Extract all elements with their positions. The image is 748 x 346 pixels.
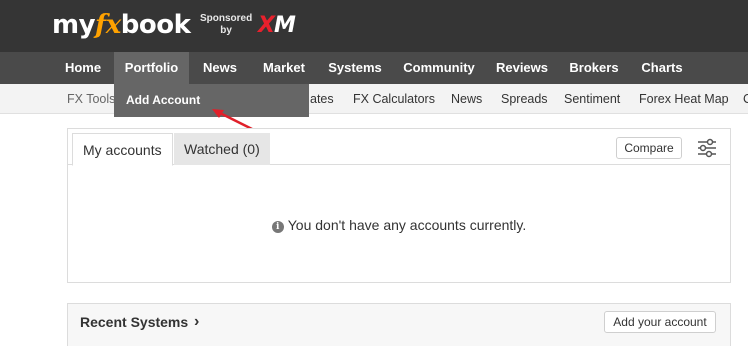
accounts-panel: My accounts Watched (0) Compare i You don…: [67, 128, 731, 283]
sliders-icon[interactable]: [696, 137, 718, 159]
sub-nav: FX Tools ates FX Calculators News Spread…: [0, 84, 748, 114]
nav-news[interactable]: News: [193, 52, 247, 84]
recent-systems-panel: Recent Systems › Add your account: [67, 303, 731, 346]
subnav-fx-calculators[interactable]: FX Calculators: [353, 84, 435, 114]
tab-my-accounts[interactable]: My accounts: [72, 133, 173, 166]
add-your-account-button[interactable]: Add your account: [604, 311, 716, 333]
compare-button[interactable]: Compare: [616, 137, 682, 159]
nav-market[interactable]: Market: [254, 52, 314, 84]
nav-home[interactable]: Home: [57, 52, 109, 84]
subnav-news[interactable]: News: [451, 84, 482, 114]
empty-accounts-message: i You don't have any accounts currently.: [68, 217, 730, 233]
add-account-menu-item[interactable]: Add Account: [126, 84, 200, 117]
xm-m: M: [273, 13, 296, 38]
chevron-right-icon[interactable]: ›: [194, 304, 199, 340]
xm-x: X: [258, 13, 275, 38]
tab-watched[interactable]: Watched (0): [174, 133, 270, 165]
nav-reviews[interactable]: Reviews: [489, 52, 555, 84]
nav-charts[interactable]: Charts: [633, 52, 691, 84]
subnav-sentiment[interactable]: Sentiment: [564, 84, 620, 114]
accounts-tabs: My accounts Watched (0) Compare: [68, 129, 730, 166]
nav-community[interactable]: Community: [396, 52, 482, 84]
logo-my: my: [52, 10, 96, 40]
myfxbook-logo[interactable]: myfxbook: [52, 8, 191, 42]
logo-fx: fx: [95, 10, 121, 40]
by-line: by: [220, 25, 232, 36]
info-icon: i: [271, 221, 284, 233]
empty-accounts-text: You don't have any accounts currently.: [287, 217, 527, 233]
subnav-overflow-item[interactable]: C: [743, 84, 748, 114]
subnav-rates[interactable]: ates: [310, 84, 334, 114]
subnav-forex-heat-map[interactable]: Forex Heat Map: [639, 84, 729, 114]
logo-book: book: [120, 10, 191, 40]
sponsored-line: Sponsored: [200, 13, 253, 24]
nav-portfolio[interactable]: Portfolio: [114, 52, 189, 84]
nav-brokers[interactable]: Brokers: [562, 52, 626, 84]
subnav-spreads[interactable]: Spreads: [501, 84, 548, 114]
subnav-fx-tools[interactable]: FX Tools: [67, 84, 115, 114]
sponsored-by-label: Sponsored by: [200, 13, 252, 37]
recent-systems-title[interactable]: Recent Systems: [80, 304, 188, 340]
nav-systems[interactable]: Systems: [321, 52, 389, 84]
main-nav: Home Portfolio News Market Systems Commu…: [0, 52, 748, 84]
xm-sponsor-logo[interactable]: XM: [258, 12, 296, 40]
top-bar: myfxbook Sponsored by XM: [0, 0, 748, 52]
